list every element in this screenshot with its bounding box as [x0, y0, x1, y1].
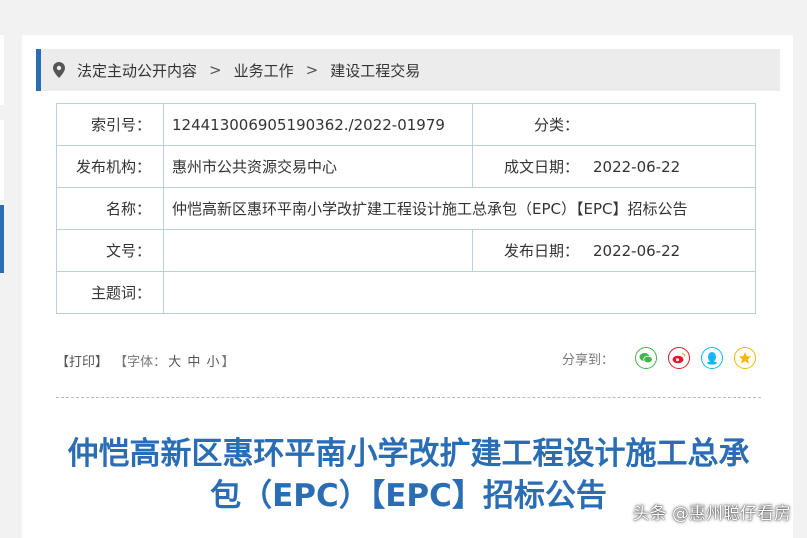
table-row: 发布机构： 惠州市公共资源交易中心 成文日期： 2022-06-22 — [56, 145, 756, 188]
category-label: 分类： — [472, 103, 591, 146]
created-date-value: 2022-06-22 — [591, 145, 756, 188]
publish-date-value: 2022-06-22 — [591, 229, 756, 272]
qq-icon[interactable] — [701, 347, 723, 369]
breadcrumb: 法定主动公开内容 > 业务工作 > 建设工程交易 — [36, 49, 780, 91]
location-pin-icon — [53, 62, 65, 78]
content-panel: 法定主动公开内容 > 业务工作 > 建设工程交易 索引号： 1244130069… — [22, 35, 793, 538]
breadcrumb-item-construction[interactable]: 建设工程交易 — [330, 60, 420, 81]
breadcrumb-item-public-content[interactable]: 法定主动公开内容 — [77, 60, 197, 81]
category-value — [591, 103, 756, 146]
watermark: 头条 @惠州聪仔看房 — [632, 504, 791, 524]
name-label: 名称： — [56, 187, 164, 230]
qzone-icon[interactable] — [734, 347, 756, 369]
wechat-icon[interactable] — [635, 347, 657, 369]
subject-value — [163, 271, 756, 314]
subject-label: 主题词： — [56, 271, 164, 314]
name-value: 仲恺高新区惠环平南小学改扩建工程设计施工总承包（EPC）【EPC】招标公告 — [163, 187, 756, 230]
table-row: 名称： 仲恺高新区惠环平南小学改扩建工程设计施工总承包（EPC）【EPC】招标公… — [56, 187, 756, 230]
publish-date-label: 发布日期： — [472, 229, 591, 272]
index-value: 124413006905190362./2022-01979 — [163, 103, 473, 146]
weibo-icon[interactable] — [668, 347, 690, 369]
left-nav-active-marker — [0, 205, 4, 273]
created-date-label: 成文日期： — [472, 145, 591, 188]
publisher-value: 惠州市公共资源交易中心 — [163, 145, 473, 188]
breadcrumb-separator: > — [305, 61, 319, 79]
table-row: 索引号： 124413006905190362./2022-01979 分类： — [56, 103, 756, 146]
share-bar: 分享到： — [562, 347, 756, 369]
font-size-prefix: 【字体： — [114, 355, 167, 370]
font-size-suffix: 】 — [221, 355, 235, 370]
table-row: 文号： 发布日期： 2022-06-22 — [56, 229, 756, 272]
left-panel-edge — [0, 35, 4, 105]
publisher-label: 发布机构： — [56, 145, 164, 188]
breadcrumb-separator: > — [209, 61, 222, 79]
document-info-table: 索引号： 124413006905190362./2022-01979 分类： … — [56, 103, 756, 314]
divider — [56, 397, 761, 398]
share-label: 分享到： — [561, 352, 614, 368]
font-medium-button[interactable]: 中 — [187, 355, 200, 370]
font-small-button[interactable]: 小 — [206, 355, 219, 370]
breadcrumb-item-business[interactable]: 业务工作 — [234, 60, 294, 81]
table-row: 主题词： — [56, 271, 756, 314]
title-line-1: 仲恺高新区惠环平南小学改扩建工程设计施工总承 — [67, 436, 750, 472]
print-button[interactable]: 【打印】 — [56, 355, 108, 370]
font-large-button[interactable]: 大 — [168, 355, 181, 370]
index-label: 索引号： — [56, 103, 164, 146]
doc-number-value — [163, 229, 473, 272]
article-toolbar: 【打印】 【字体：大 中 小】 分享到： — [56, 347, 756, 373]
doc-number-label: 文号： — [56, 229, 164, 272]
left-panel-edge — [0, 120, 4, 200]
